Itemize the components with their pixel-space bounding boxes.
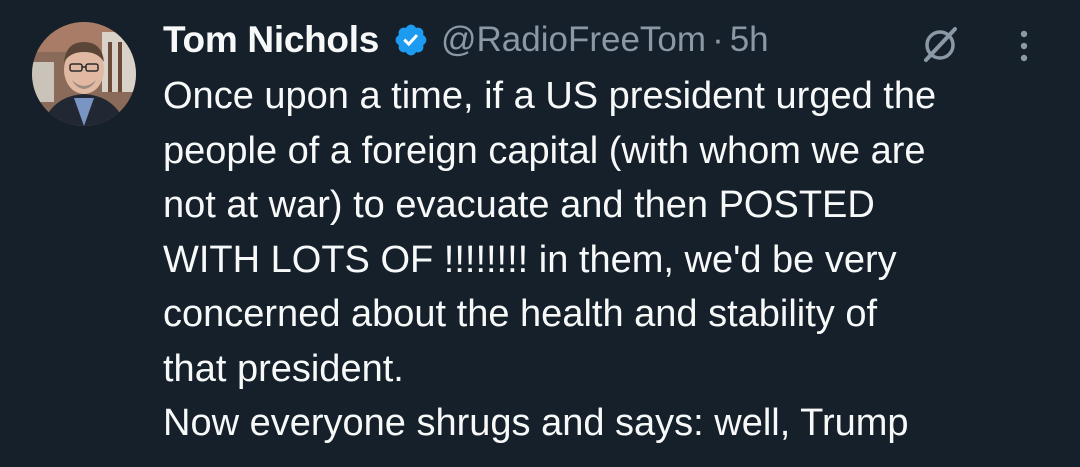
header-separator: · bbox=[712, 20, 724, 59]
author-handle[interactable]: @RadioFreeTom bbox=[441, 20, 706, 60]
verified-badge-icon[interactable] bbox=[393, 22, 429, 58]
tweet-text-line: concerned about the health and stability… bbox=[163, 293, 878, 335]
tweet-timestamp[interactable]: 5h bbox=[730, 20, 769, 60]
tweet-text-line: people of a foreign capital (with whom w… bbox=[163, 129, 926, 172]
avatar[interactable] bbox=[32, 22, 136, 126]
tweet-text-line: that president. bbox=[163, 347, 404, 390]
tweet-text-line: Once upon a time, if a US president urge… bbox=[163, 75, 937, 117]
tweet-text-line: Now everyone shrugs and says: well, Trum… bbox=[163, 402, 909, 444]
tweet-text-line: not at war) to evacuate and then POSTED bbox=[163, 184, 875, 226]
author-display-name[interactable]: Tom Nichols bbox=[163, 19, 379, 61]
tweet[interactable]: Tom Nichols @RadioFreeTom · 5h Once upon… bbox=[0, 0, 1080, 467]
tweet-text-line: WITH LOTS OF !!!!!!!! in them, we'd be v… bbox=[163, 238, 897, 281]
grok-icon[interactable] bbox=[918, 22, 962, 66]
tweet-text: Once upon a time, if a US president urge… bbox=[163, 69, 1063, 451]
more-options-icon[interactable] bbox=[1016, 26, 1032, 66]
tweet-header: Tom Nichols @RadioFreeTom · 5h bbox=[163, 14, 769, 66]
